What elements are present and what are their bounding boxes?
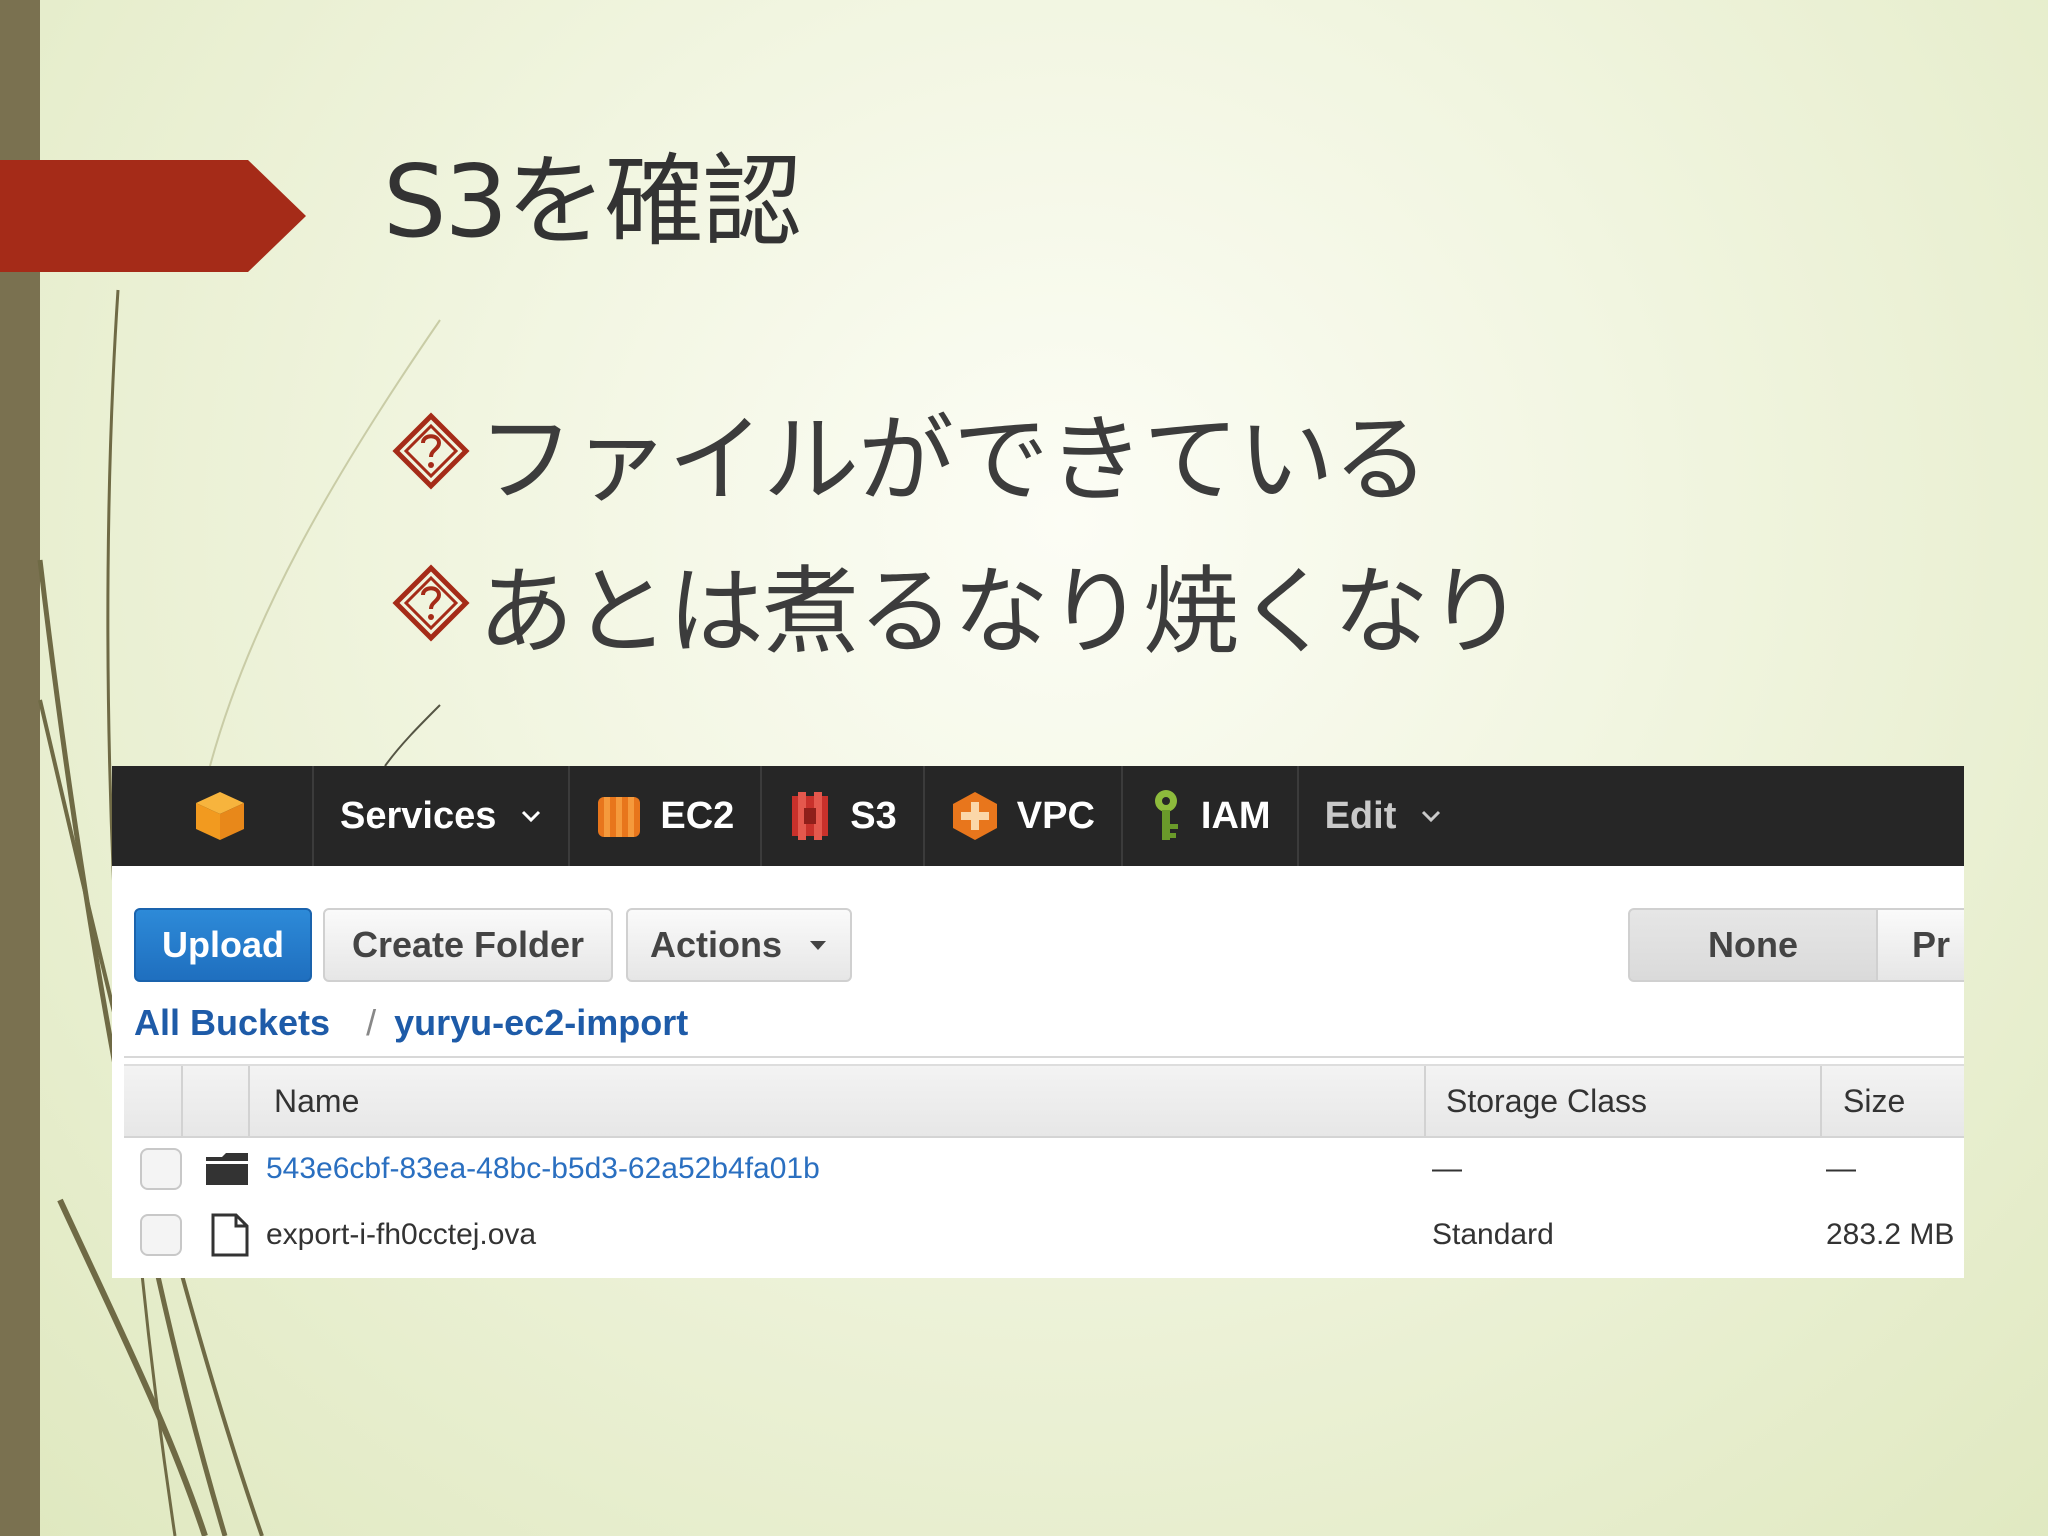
nav-s3-label: S3: [850, 794, 897, 837]
row-size: 283.2 MB: [1826, 1218, 1955, 1251]
caret-down-icon: [810, 941, 826, 950]
header-divider: [248, 1066, 250, 1136]
row-storage-class: Standard: [1432, 1218, 1554, 1251]
bullet-list: ファイルができている あとは煮るなり焼くなり: [392, 375, 1524, 679]
table-header: Name Storage Class Size: [124, 1064, 1964, 1138]
chevron-down-icon: [1422, 810, 1441, 823]
header-divider: [181, 1066, 183, 1136]
create-folder-label: Create Folder: [351, 924, 585, 965]
actions-dropdown[interactable]: Actions: [626, 908, 852, 982]
breadcrumb-all-buckets[interactable]: All Buckets: [134, 1002, 330, 1043]
row-size: —: [1826, 1152, 1856, 1185]
ec2-icon: [598, 797, 641, 837]
folder-icon: [206, 1153, 248, 1185]
row-name-link[interactable]: 543e6cbf-83ea-48bc-b5d3-62a52b4fa01b: [266, 1136, 820, 1202]
none-toggle-button[interactable]: None: [1628, 908, 1878, 982]
upload-label: Upload: [162, 924, 284, 965]
services-menu[interactable]: Services: [314, 766, 571, 866]
title-arrow-marker: [0, 160, 306, 272]
row-storage-class: —: [1432, 1152, 1462, 1185]
nav-ec2-label: EC2: [660, 794, 735, 837]
bullet-item: ファイルができている: [392, 375, 1523, 527]
iam-key-icon: [1154, 790, 1178, 840]
aws-home-button[interactable]: [112, 766, 314, 866]
properties-label: Pr: [1912, 924, 1951, 965]
nav-ec2[interactable]: EC2: [570, 766, 763, 866]
question-diamond-icon: [392, 564, 470, 642]
breadcrumb-separator: /: [366, 1002, 377, 1043]
header-name[interactable]: Name: [274, 1066, 359, 1136]
header-divider: [1424, 1066, 1426, 1136]
slide-title: S3を確認: [383, 143, 802, 260]
bullet-text: ファイルができている: [478, 403, 1429, 516]
file-icon: [211, 1213, 249, 1257]
s3-icon: [792, 792, 829, 840]
upload-button[interactable]: Upload: [134, 908, 312, 982]
nav-iam-label: IAM: [1200, 794, 1271, 837]
edit-menu[interactable]: Edit: [1299, 766, 1469, 866]
row-checkbox[interactable]: [140, 1214, 182, 1256]
header-size[interactable]: Size: [1843, 1066, 1905, 1136]
header-storage-class[interactable]: Storage Class: [1446, 1066, 1647, 1136]
edit-label: Edit: [1324, 794, 1397, 837]
breadcrumb: All Buckets / yuryu-ec2-import: [134, 1002, 688, 1044]
header-name-label: Name: [274, 1082, 360, 1119]
vpc-icon: [952, 792, 997, 840]
question-diamond-icon: [392, 412, 470, 490]
nav-iam[interactable]: IAM: [1123, 766, 1299, 866]
aws-top-navbar: Services EC2 S3 VPC IAM Edit: [112, 766, 1964, 866]
table-row[interactable]: export-i-fh0cctej.ova Standard 283.2 MB: [124, 1202, 1964, 1268]
nav-vpc[interactable]: VPC: [925, 766, 1123, 866]
nav-s3[interactable]: S3: [762, 766, 925, 866]
aws-cube-icon: [196, 792, 244, 840]
row-checkbox[interactable]: [140, 1148, 182, 1190]
create-folder-button[interactable]: Create Folder: [323, 908, 613, 982]
bullet-text: あとは煮るなり焼くなり: [478, 555, 1524, 668]
services-label: Services: [340, 794, 497, 837]
nav-vpc-label: VPC: [1016, 794, 1095, 837]
row-name[interactable]: export-i-fh0cctej.ova: [266, 1202, 536, 1268]
properties-toggle-button[interactable]: Pr: [1876, 908, 1964, 982]
aws-s3-console-screenshot: Services EC2 S3 VPC IAM Edit Upload Crea…: [112, 766, 1964, 1278]
header-storage-class-label: Storage Class: [1446, 1082, 1647, 1119]
table-divider: [124, 1056, 1964, 1058]
table-row[interactable]: 543e6cbf-83ea-48bc-b5d3-62a52b4fa01b — —: [124, 1136, 1964, 1202]
header-divider: [1820, 1066, 1822, 1136]
breadcrumb-bucket[interactable]: yuryu-ec2-import: [394, 1002, 688, 1043]
none-label: None: [1708, 924, 1798, 965]
actions-label: Actions: [649, 924, 782, 965]
chevron-down-icon: [522, 810, 541, 823]
header-size-label: Size: [1843, 1082, 1906, 1119]
bullet-item: あとは煮るなり焼くなり: [392, 527, 1524, 679]
